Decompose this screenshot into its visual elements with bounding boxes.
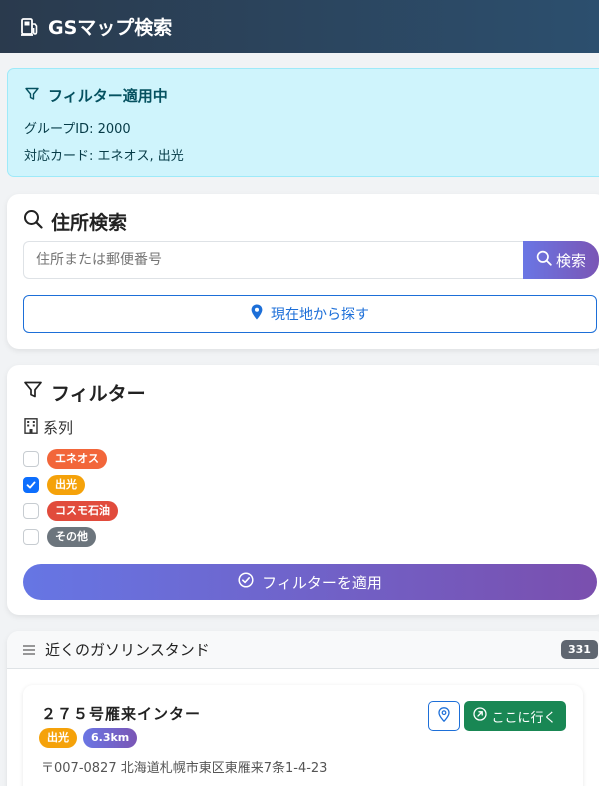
brand-option-cosmo[interactable]: コスモ石油 xyxy=(23,500,118,522)
search-button-label: 検索 xyxy=(555,251,586,270)
go-here-label: ここに行く xyxy=(491,710,557,726)
filter-card-title-text: フィルター xyxy=(51,383,146,405)
arrow-up-right-circle-icon xyxy=(473,707,491,725)
alert-group-id: グループID: 2000 xyxy=(24,122,131,137)
filter-icon xyxy=(23,380,51,405)
brand-section-text: 系列 xyxy=(43,419,74,437)
current-location-button[interactable]: 現在地から探す xyxy=(23,295,597,333)
brand-badge-eneos: エネオス xyxy=(47,449,107,469)
filter-card: フィルター 系列 エネオス 出光 コスモ石油 その他 フィルターを適用 xyxy=(7,365,599,615)
station-list-item[interactable]: ２７５号雁来インター 出光 6.3km 〒007-0827 北海道札幌市東区東雁… xyxy=(23,685,583,786)
go-here-button[interactable]: ここに行く xyxy=(464,701,566,731)
station-address: 〒007-0827 北海道札幌市東区東雁来7条1-4-23 xyxy=(41,761,328,776)
station-count-badge: 331 xyxy=(561,640,598,659)
list-icon xyxy=(23,640,35,659)
apply-filter-button[interactable]: フィルターを適用 xyxy=(23,564,597,600)
list-header: 近くのガソリンスタンド xyxy=(7,631,599,669)
station-badges: 出光 6.3km xyxy=(39,728,143,748)
brand-option-other[interactable]: その他 xyxy=(23,526,96,548)
brand-checkbox-eneos[interactable] xyxy=(23,451,39,467)
brand-checkbox-other[interactable] xyxy=(23,529,39,545)
nearby-stations-card: 近くのガソリンスタンド 331 ２７５号雁来インター 出光 6.3km 〒007… xyxy=(7,631,599,786)
show-on-map-button[interactable] xyxy=(428,701,460,731)
filter-card-title: フィルター xyxy=(23,379,591,406)
map-pin-icon xyxy=(251,304,271,324)
address-search-input[interactable] xyxy=(23,241,523,279)
brand-checkbox-idemitsu[interactable] xyxy=(23,477,39,493)
brand-section-label: 系列 xyxy=(24,417,73,438)
address-search-card: 住所検索 検索 現在地から探す xyxy=(7,194,599,349)
alert-title: フィルター適用中 xyxy=(48,87,168,105)
search-row: 検索 xyxy=(23,241,599,279)
filter-applied-alert: フィルター適用中 グループID: 2000 対応カード: エネオス, 出光 xyxy=(7,68,599,177)
brand-badge-other: その他 xyxy=(47,527,96,547)
brand-checkbox-cosmo[interactable] xyxy=(23,503,39,519)
brand-badge-cosmo: コスモ石油 xyxy=(47,501,118,521)
search-button[interactable]: 検索 xyxy=(523,241,599,279)
filter-icon xyxy=(24,86,48,106)
brand-option-eneos[interactable]: エネオス xyxy=(23,448,107,470)
brand-badge-idemitsu: 出光 xyxy=(47,475,85,495)
brand-option-idemitsu[interactable]: 出光 xyxy=(23,474,85,496)
search-card-title: 住所検索 xyxy=(23,208,591,235)
app-title: GSマップ検索 xyxy=(48,17,173,39)
building-icon xyxy=(24,417,43,438)
list-title: 近くのガソリンスタンド xyxy=(45,641,210,659)
search-card-title-text: 住所検索 xyxy=(51,212,128,234)
alert-supported-cards: 対応カード: エネオス, 出光 xyxy=(24,149,184,164)
check-icon xyxy=(26,481,36,489)
map-pin-icon xyxy=(438,707,450,725)
check-circle-icon xyxy=(238,572,262,592)
station-brand-badge: 出光 xyxy=(39,728,77,748)
search-icon xyxy=(23,209,51,234)
app-header: GSマップ検索 xyxy=(0,0,599,53)
search-icon xyxy=(536,250,556,270)
station-distance-badge: 6.3km xyxy=(83,728,138,748)
current-location-label: 現在地から探す xyxy=(271,307,369,323)
gas-pump-icon xyxy=(20,16,42,38)
apply-filter-label: フィルターを適用 xyxy=(262,573,382,592)
alert-title-row: フィルター適用中 xyxy=(24,85,590,106)
